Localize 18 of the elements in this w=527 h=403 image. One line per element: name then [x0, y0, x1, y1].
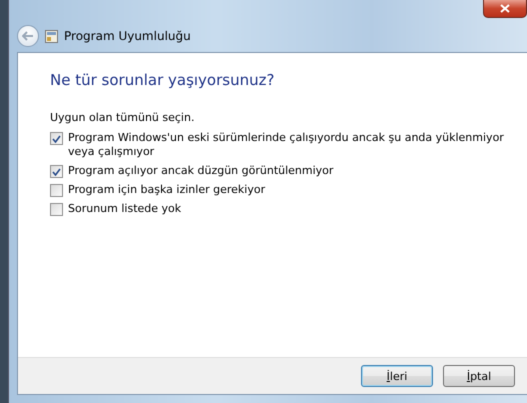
back-button[interactable] — [17, 25, 39, 47]
window-title: Program Uyumluluğu — [64, 29, 191, 43]
checkbox[interactable] — [50, 184, 63, 197]
close-icon — [500, 4, 510, 13]
cancel-button[interactable]: İptal — [443, 365, 515, 387]
checkbox[interactable] — [50, 203, 63, 216]
back-arrow-icon — [22, 31, 34, 41]
option-label[interactable]: Sorunum listede yok — [68, 202, 182, 216]
checkbox[interactable] — [50, 165, 63, 178]
page-heading: Ne tür sorunlar yaşıyorsunuz? — [50, 71, 276, 89]
option-label[interactable]: Program açılıyor ancak düzgün görüntülenmiyor — [68, 164, 334, 178]
option-label[interactable]: Program için başka izinler gerekiyor — [68, 183, 266, 197]
next-button[interactable]: İleri — [361, 365, 433, 387]
program-icon — [45, 30, 58, 42]
instruction-text: Uygun olan tümünü seçin. — [50, 111, 196, 124]
option-label[interactable]: Program Windows'un eski sürümlerinde çalışıyordu ancak şu anda yüklenmiyor veya çalışmıyor — [68, 131, 507, 159]
close-button[interactable] — [483, 0, 527, 18]
checkbox[interactable] — [50, 132, 63, 145]
